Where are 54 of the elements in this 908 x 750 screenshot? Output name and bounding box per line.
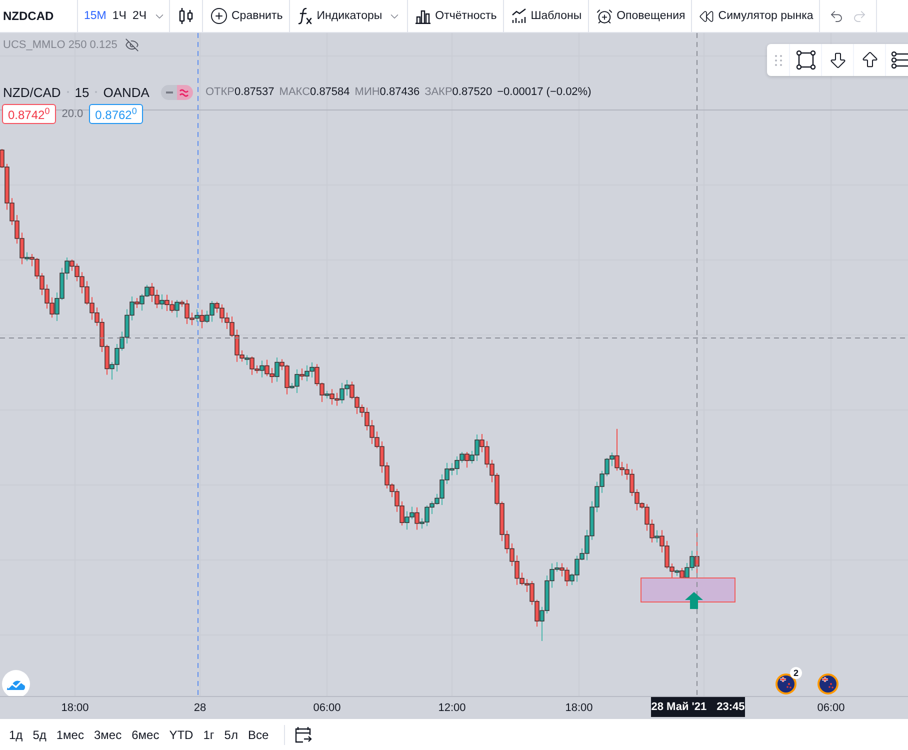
alarm-clock-icon: [596, 8, 613, 24]
logo-button[interactable]: [2, 670, 30, 696]
ohlc-value: 0.87520: [452, 86, 492, 98]
ohlc-label: МИН: [354, 86, 380, 98]
symbol-title: NZD/CAD: [3, 84, 61, 100]
undo-icon[interactable]: [829, 8, 844, 24]
range-button[interactable]: YTD: [164, 728, 198, 742]
chart-template-icon: [510, 8, 527, 24]
time-label: 06:00: [817, 702, 845, 714]
range-button[interactable]: 5л: [219, 728, 243, 742]
candlestick-icon[interactable]: [178, 7, 194, 25]
ohlc-value: 0.87436: [380, 86, 420, 98]
up-arrow-marker[interactable]: [685, 592, 703, 609]
function-icon: [296, 7, 313, 25]
ohlc-label: ОТКР: [205, 86, 235, 98]
time-label: 06:00: [313, 702, 341, 714]
range-button[interactable]: 3мес: [88, 728, 127, 742]
ohlc-value: 0.87537: [234, 86, 274, 98]
time-label: 12:00: [438, 702, 466, 714]
range-button[interactable]: 1д: [4, 728, 28, 742]
rectangle-icon[interactable]: [796, 50, 816, 70]
range-button[interactable]: 5д: [28, 728, 52, 742]
sell-price-button[interactable]: 0.8742$^{0}$: [2, 104, 56, 124]
spread-value: 20.0: [62, 108, 84, 120]
bar-chart-icon: [415, 8, 432, 24]
ohlc-label: ЗАКР: [424, 86, 452, 98]
plus-circle-icon: [210, 7, 228, 25]
flag-icon[interactable]: [817, 673, 839, 695]
interval-button[interactable]: 15М: [81, 0, 110, 32]
cursor-date: 28 Май '21: [651, 701, 707, 713]
range-button[interactable]: 1г: [198, 728, 220, 742]
interval-label: 15: [74, 84, 90, 100]
ohlc-label: МАКС: [279, 86, 310, 98]
ohlc-value: 0.87584: [310, 86, 350, 98]
time-label: 18:00: [61, 702, 89, 714]
list-icon[interactable]: [890, 51, 908, 69]
time-label: 18:00: [565, 702, 593, 714]
range-button[interactable]: 1мес: [51, 728, 89, 742]
exchange-label: OANDA: [103, 84, 150, 100]
indicator-title: UCS_MMLO 250 0.125: [3, 38, 118, 52]
eye-off-icon[interactable]: [125, 38, 140, 52]
drag-handle-icon[interactable]: [774, 54, 782, 66]
range-button[interactable]: Все: [242, 728, 274, 742]
calendar-icon[interactable]: [294, 726, 312, 744]
cursor-time: 23:45: [716, 701, 745, 713]
price-change: −0.00017 (−0.02%): [497, 86, 592, 98]
approx-icon[interactable]: [177, 84, 194, 100]
minus-icon[interactable]: [161, 84, 178, 100]
event-count-badge: 2: [790, 667, 802, 679]
time-label: 28: [194, 702, 206, 714]
interval-button[interactable]: 1Ч: [109, 0, 130, 32]
interval-button[interactable]: 2Ч: [129, 0, 150, 32]
range-button[interactable]: 6мес: [126, 728, 164, 742]
rewind-icon: [699, 8, 714, 24]
